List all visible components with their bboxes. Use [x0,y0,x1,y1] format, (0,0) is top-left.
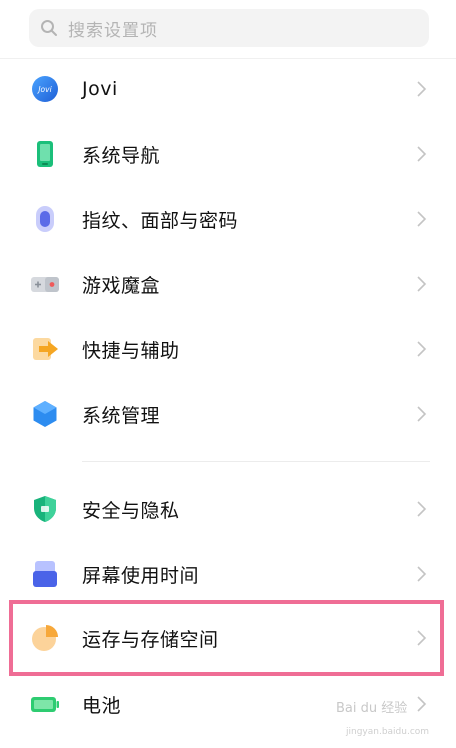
chevron-right-icon [417,341,427,357]
settings-item-label: 快捷与辅助 [82,339,180,362]
settings-item-shortcuts-assist[interactable]: 快捷与辅助 [0,317,456,381]
watermark-url: jingyan.baidu.com [346,727,430,737]
chevron-right-icon [417,501,427,517]
jovi-icon: Jovi [30,74,60,104]
settings-item-label: 安全与隐私 [82,499,180,522]
watermark: Bai du 经验 [336,701,408,716]
settings-item-system-management[interactable]: 系统管理 [0,382,456,446]
highlight-box [9,600,444,676]
settings-item-game-box[interactable]: 游戏魔盒 [0,252,456,316]
settings-item-fingerprint-face-password[interactable]: 指纹、面部与密码 [0,187,456,251]
settings-item-security-privacy[interactable]: 安全与隐私 [0,477,456,541]
hexagon-icon [30,399,60,429]
settings-item-system-navigation[interactable]: 系统导航 [0,122,456,186]
search-icon [41,20,57,36]
shortcut-arrow-icon [30,334,60,364]
chevron-right-icon [417,146,427,162]
settings-item-label: Jovi [82,78,118,100]
battery-icon [30,689,60,719]
chevron-right-icon [417,696,427,712]
chevron-right-icon [417,406,427,422]
settings-item-label: 系统导航 [82,144,161,167]
chevron-right-icon [417,81,427,97]
settings-item-jovi[interactable]: Jovi Jovi [0,57,456,121]
chevron-right-icon [417,566,427,582]
settings-item-label: 电池 [82,694,122,717]
screen-time-icon [30,559,60,589]
settings-item-label: 指纹、面部与密码 [82,209,239,232]
settings-item-screen-time[interactable]: 屏幕使用时间 [0,542,456,606]
gamepad-icon [30,269,60,299]
settings-item-label: 系统管理 [82,404,161,427]
settings-item-label: 游戏魔盒 [82,274,161,297]
search-placeholder: 搜索设置项 [68,20,158,41]
chevron-right-icon [417,276,427,292]
settings-item-label: 屏幕使用时间 [82,564,200,587]
phone-navigation-icon [30,139,60,169]
jovi-icon-text: Jovi [36,85,52,94]
search-bar[interactable]: 搜索设置项 [29,9,429,47]
section-divider [82,461,430,462]
chevron-right-icon [417,211,427,227]
fingerprint-icon [30,204,60,234]
shield-icon [30,494,60,524]
